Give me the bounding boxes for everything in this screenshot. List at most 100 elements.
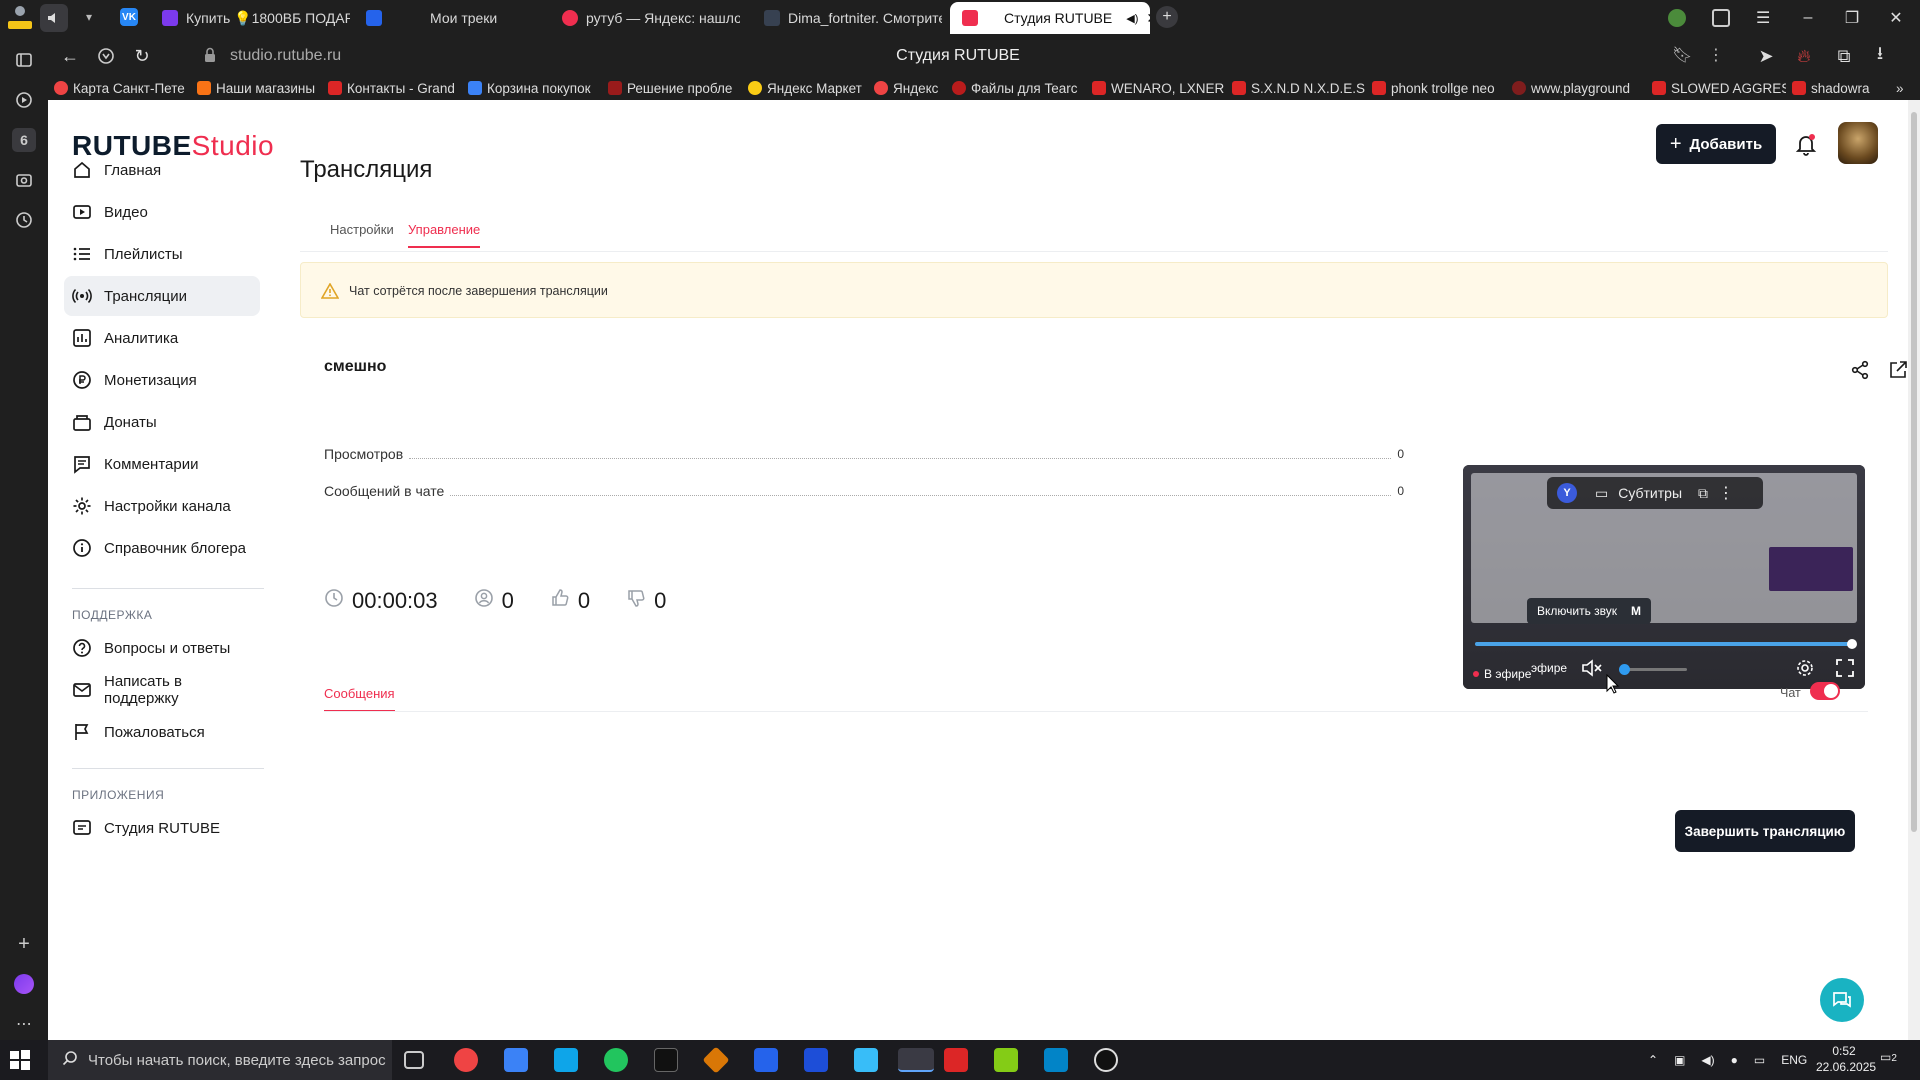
volume-icon[interactable]: ◀) [1701, 1053, 1714, 1067]
nav-item-home[interactable]: Главная [64, 150, 260, 190]
protect-icon[interactable] [94, 44, 118, 68]
bookmark-item[interactable]: SLOWED AGGRES [1646, 81, 1786, 96]
bookmark-item[interactable]: WENARO, LXNER [1086, 81, 1226, 96]
panel-icon[interactable] [12, 48, 36, 72]
bookmark-item[interactable]: phonk trollge neo [1366, 81, 1506, 96]
page-scrollbar[interactable] [1908, 100, 1920, 1040]
bookmark-item[interactable]: S.X.N.D N.X.D.E.S [1226, 81, 1366, 96]
subtitles-button[interactable]: Субтитры [1618, 485, 1682, 501]
notifications-icon[interactable]: ▭2 [1880, 1050, 1897, 1064]
bookmark-item[interactable]: www.playground [1506, 81, 1646, 96]
media-icon[interactable] [12, 88, 36, 112]
menu-icon[interactable]: ☰ [1756, 8, 1770, 28]
windows-start-icon[interactable] [8, 1048, 36, 1072]
mic-icon[interactable]: ● [1731, 1053, 1738, 1067]
file-explorer-icon[interactable] [504, 1048, 528, 1072]
add-panel-icon[interactable]: + [12, 932, 36, 956]
screenshot-icon[interactable] [12, 168, 36, 192]
nav-item-studio-app[interactable]: Студия RUTUBE [64, 808, 260, 848]
restore-icon[interactable]: ❐ [1830, 0, 1874, 36]
more-icon[interactable]: ⋯ [12, 1012, 36, 1036]
add-button[interactable]: + Добавить [1656, 124, 1776, 164]
bell-icon[interactable] [1794, 132, 1818, 156]
task-view-icon[interactable] [404, 1051, 424, 1069]
chat-toggle[interactable] [1810, 682, 1840, 700]
bookmark-item[interactable]: Контакты - Grand [322, 81, 462, 96]
yandex-browser-icon[interactable] [454, 1048, 478, 1072]
clock[interactable]: 0:52 22.06.2025 [1816, 1043, 1876, 1075]
language-indicator[interactable]: ENG [1781, 1053, 1807, 1067]
network-icon[interactable]: ▣ [1674, 1053, 1685, 1067]
send-icon[interactable]: ➤ [1754, 44, 1778, 68]
new-tab-button[interactable]: + [1156, 6, 1178, 28]
app-window2-icon[interactable] [1044, 1048, 1068, 1072]
browser-tab[interactable]: Мои треки [354, 2, 544, 34]
player-more-icon[interactable]: ⋮ [1718, 483, 1734, 503]
nav-item-monetization[interactable]: Монетизация [64, 360, 260, 400]
profile-icon[interactable] [6, 2, 34, 30]
tab-close-icon[interactable]: ✕ [1146, 10, 1150, 27]
nav-item-blogger-guide[interactable]: Справочник блогера [64, 528, 260, 568]
fire-icon[interactable]: 🔥︎ [1792, 44, 1816, 68]
app-window-icon[interactable] [554, 1048, 578, 1072]
bookmark-item[interactable]: Яндекс Маркет [742, 81, 868, 96]
nav-item-report[interactable]: Пожаловаться [64, 712, 260, 752]
bookmark-item[interactable]: shadowra [1786, 81, 1890, 96]
share-icon[interactable] [1850, 360, 1870, 385]
nav-item-comments[interactable]: Комментарии [64, 444, 260, 484]
close-icon[interactable]: ✕ [1874, 0, 1918, 36]
address-bar[interactable]: studio.rutube.ru Студия RUTUBE 🔖︎ ⋮ [188, 41, 1728, 71]
more-vert-icon[interactable]: ⋮ [1708, 45, 1724, 65]
counter-badge[interactable]: 6 [12, 128, 36, 152]
bookmark-item[interactable]: Яндекс [868, 81, 946, 96]
nav-item-faq[interactable]: Вопросы и ответы [64, 628, 260, 668]
back-icon[interactable]: ← [58, 44, 82, 68]
obs-icon[interactable] [1094, 1048, 1118, 1072]
tray-chevron-icon[interactable]: ⌃ [1648, 1053, 1658, 1067]
downloads-icon[interactable]: ⭳ [1868, 43, 1892, 68]
subtitles-icon[interactable]: ▭ [1595, 485, 1608, 502]
alice-icon[interactable] [12, 972, 36, 996]
external-link-icon[interactable] [1888, 360, 1908, 385]
wifi-icon[interactable]: ▭ [1754, 1053, 1765, 1067]
extensions-icon[interactable]: ⧉ [1832, 44, 1856, 68]
tab-list-chevron-icon[interactable]: ▾ [86, 10, 92, 24]
player-progress-bar[interactable] [1475, 639, 1857, 649]
history-icon[interactable] [12, 208, 36, 232]
scrollbar-thumb[interactable] [1911, 112, 1917, 832]
bookmark-item[interactable]: Корзина покупок [462, 81, 602, 96]
nav-item-playlists[interactable]: Плейлисты [64, 234, 260, 274]
terminal-icon[interactable] [654, 1048, 678, 1072]
nav-item-channel-settings[interactable]: Настройки канала [64, 486, 260, 526]
avatar[interactable] [1838, 122, 1878, 164]
bookmark-icon[interactable]: 🔖︎ [1672, 45, 1692, 65]
bookmark-item[interactable]: Решение пробле [602, 81, 742, 96]
browser-tab-active[interactable]: Студия RUTUBE ◀) ✕ [950, 2, 1150, 34]
app-f-icon[interactable] [854, 1048, 878, 1072]
bookmark-item[interactable]: Файлы для Tearc [946, 81, 1086, 96]
vk-icon[interactable]: VK [120, 8, 138, 26]
yandex-icon[interactable]: Y [1557, 483, 1577, 503]
browser-tab[interactable]: рутуб — Яндекс: нашлось [550, 2, 740, 34]
minimize-icon[interactable]: – [1786, 0, 1830, 36]
browser-tab[interactable]: Dima_fortniter. Смотрите [752, 2, 942, 34]
bookmarks-overflow-icon[interactable]: » [1890, 81, 1912, 96]
nav-item-analytics[interactable]: Аналитика [64, 318, 260, 358]
nav-item-broadcasts[interactable]: Трансляции [64, 276, 260, 316]
app-red-icon[interactable] [944, 1048, 968, 1072]
collections-icon[interactable] [1712, 9, 1730, 27]
bookmark-item[interactable]: Наши магазины [191, 81, 322, 96]
whatsapp-icon[interactable] [604, 1048, 628, 1072]
nav-item-video[interactable]: Видео [64, 192, 260, 232]
extension-icon[interactable] [1668, 9, 1686, 27]
app-blue-icon[interactable] [754, 1048, 778, 1072]
tab-settings[interactable]: Настройки [330, 222, 394, 237]
pip-icon[interactable]: ⧉ [1698, 485, 1708, 502]
active-app-icon[interactable] [898, 1048, 934, 1072]
taskbar-search[interactable]: Чтобы начать поиск, введите здесь запрос [48, 1040, 392, 1080]
nav-item-donations[interactable]: Донаты [64, 402, 260, 442]
sound-tab-icon[interactable] [40, 4, 68, 32]
game-launcher-icon[interactable] [702, 1046, 730, 1074]
tab-management[interactable]: Управление [408, 222, 481, 248]
reload-icon[interactable]: ↻ [130, 44, 154, 68]
